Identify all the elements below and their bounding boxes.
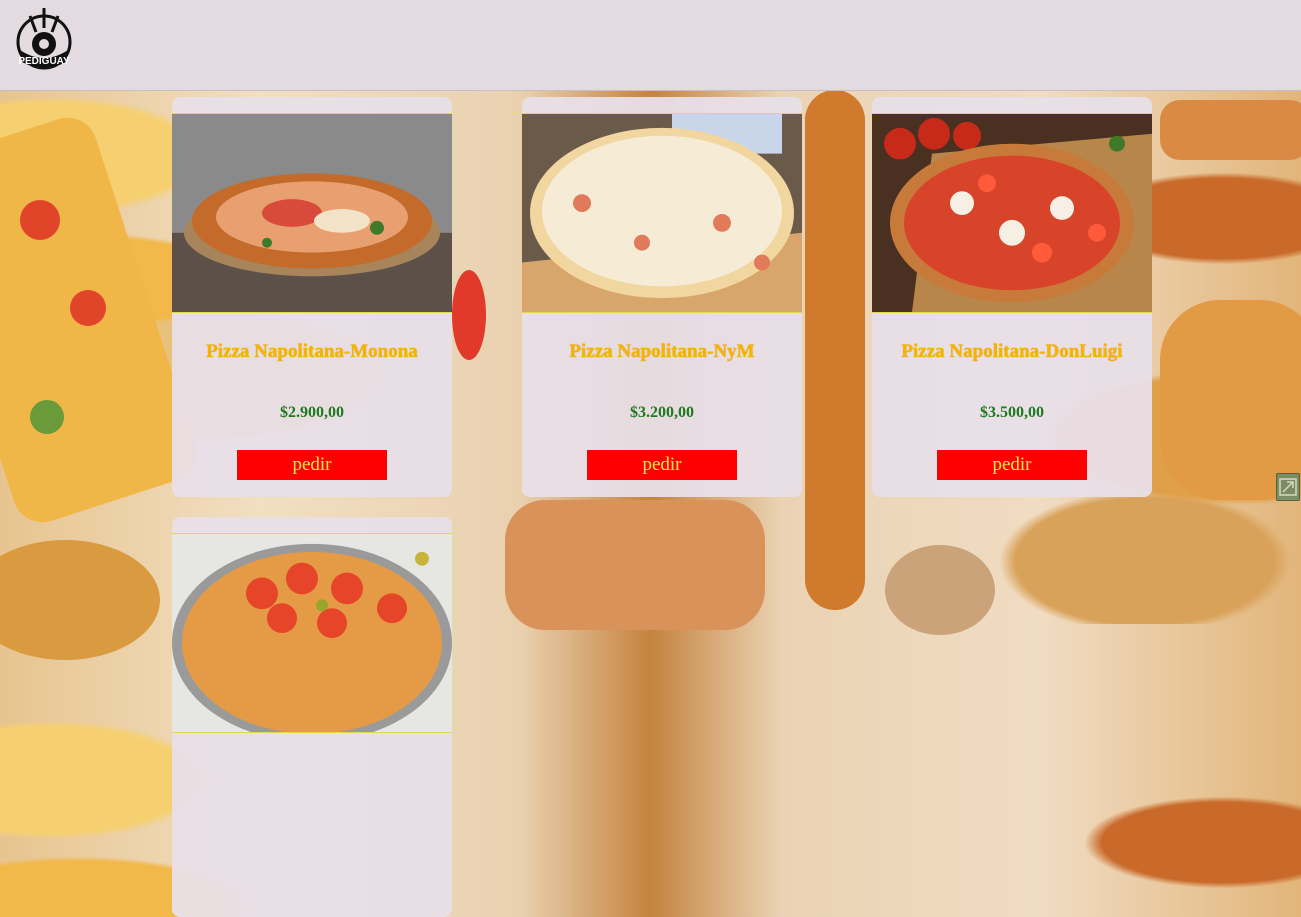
order-button[interactable]: pedir — [937, 450, 1087, 480]
product-image — [872, 113, 1152, 313]
product-image — [172, 533, 452, 733]
background-food-decoration — [505, 500, 765, 630]
order-button[interactable]: pedir — [237, 450, 387, 480]
background-food-decoration — [1160, 300, 1301, 500]
product-price: $3.500,00 — [980, 404, 1044, 421]
svg-text:PEDIGUAY: PEDIGUAY — [18, 56, 70, 67]
product-card: Pizza Napolitana-NyM $3.200,00 pedir — [522, 97, 802, 497]
background-food-decoration — [70, 290, 106, 326]
pediguay-logo[interactable]: PEDIGUAY — [10, 4, 78, 76]
product-title: Pizza Napolitana-DonLuigi — [901, 341, 1123, 362]
background-food-decoration — [885, 545, 995, 635]
background-food-decoration — [805, 90, 865, 610]
product-title: Pizza Napolitana-Monona — [206, 341, 418, 362]
floating-widget-icon[interactable] — [1276, 473, 1300, 501]
product-image — [522, 113, 802, 313]
product-title: Pizza Napolitana-NyM — [569, 341, 755, 362]
product-image — [172, 113, 452, 313]
order-button[interactable]: pedir — [587, 450, 737, 480]
product-card: Pizza Napolitana-Monona $2.900,00 pedir — [172, 97, 452, 497]
background-food-decoration — [0, 540, 160, 660]
background-food-decoration — [20, 200, 60, 240]
product-price: $2.900,00 — [280, 404, 344, 421]
background-food-decoration — [452, 270, 486, 360]
site-header: PEDIGUAY — [0, 0, 1301, 91]
background-food-decoration — [30, 400, 64, 434]
product-card: Pizza Napolitana-DonLuigi $3.500,00 pedi… — [872, 97, 1152, 497]
product-card — [172, 517, 452, 917]
product-price: $3.200,00 — [630, 404, 694, 421]
background-food-decoration — [1160, 100, 1301, 160]
